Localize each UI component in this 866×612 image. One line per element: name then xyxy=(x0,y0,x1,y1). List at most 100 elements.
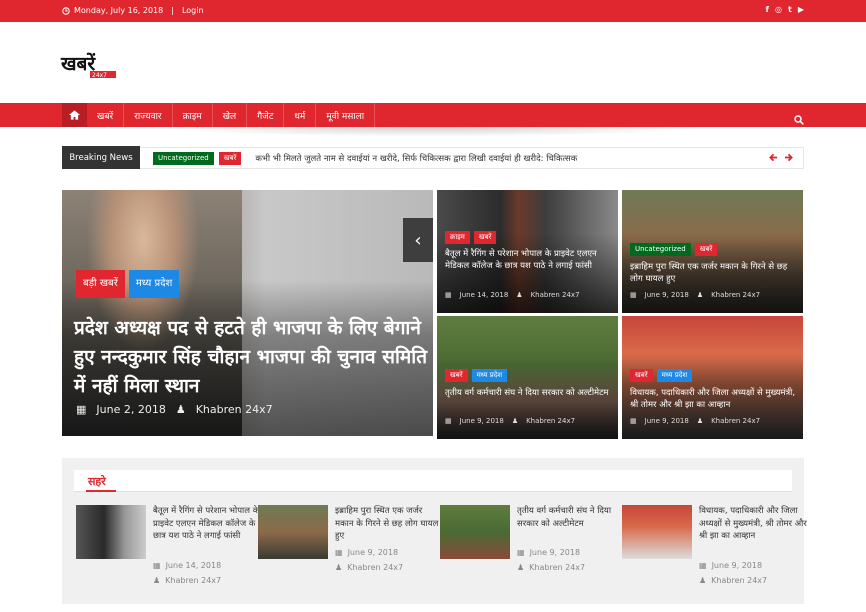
twitter-icon[interactable]: t xyxy=(788,5,792,14)
card-thumbnail[interactable] xyxy=(258,505,328,559)
calendar-icon: ▦ xyxy=(335,548,343,557)
category-badge[interactable]: Uncategorized xyxy=(630,243,691,256)
featured-headline[interactable]: प्रदेश अध्यक्ष पद से हटते ही भाजपा के लि… xyxy=(74,314,433,401)
youtube-icon[interactable]: ▶ xyxy=(798,5,804,14)
tile-headline[interactable]: विधायक, पदाधिकारी और जिला अध्यक्षों से म… xyxy=(630,387,798,411)
list-item[interactable]: तृतीय वर्ग कर्मचारी संघ ने दिया सरकार को… xyxy=(440,505,620,595)
news-tile[interactable]: क्राइम खबरें बैतूल में रैगिंग से परेशान … xyxy=(437,190,618,313)
nav-item-religion[interactable]: धर्म xyxy=(284,103,317,127)
user-icon: ♟ xyxy=(699,576,707,585)
tile-headline[interactable]: इब्राहिम पुरा स्थित एक जर्जर मकान के गिर… xyxy=(630,261,798,285)
login-link[interactable]: Login xyxy=(182,6,204,15)
breaking-news-headline[interactable]: कभी भी मिलते जुलते नाम से दवाईयां न खरीद… xyxy=(255,153,577,164)
category-badge[interactable]: खबरें xyxy=(473,231,497,244)
news-tile[interactable]: Uncategorized खबरें इब्राहिम पुरा स्थित … xyxy=(622,190,803,313)
calendar-icon: ▦ xyxy=(445,417,452,425)
user-icon: ♟ xyxy=(153,576,161,585)
category-badge[interactable]: मध्य प्रदेश xyxy=(471,369,508,382)
calendar-icon: ▦ xyxy=(76,403,87,416)
clock-icon xyxy=(62,6,70,15)
tile-date: June 9, 2018 xyxy=(644,417,689,425)
arrow-left-icon[interactable] xyxy=(769,153,778,162)
tile-author[interactable]: Khabren 24x7 xyxy=(711,291,760,299)
user-icon: ♟ xyxy=(335,563,343,572)
site-logo[interactable]: खबरें 24x7 xyxy=(60,48,122,79)
calendar-icon: ▦ xyxy=(445,291,452,299)
list-item[interactable]: बैतूल में रैगिंग से परेशान भोपाल के प्रा… xyxy=(76,505,259,595)
news-tile[interactable]: खबरें मध्य प्रदेश तृतीय वर्ग कर्मचारी सं… xyxy=(437,316,618,439)
section-title[interactable]: सहरे xyxy=(88,474,106,489)
card-date: June 9, 2018 xyxy=(347,548,399,557)
home-icon xyxy=(69,110,80,120)
category-badge[interactable]: मध्य प्रदेश xyxy=(656,369,693,382)
category-badge[interactable]: खबरें xyxy=(694,243,718,256)
divider: | xyxy=(171,6,174,15)
calendar-icon: ▦ xyxy=(630,291,637,299)
category-badge-madhya-pradesh[interactable]: मध्य प्रदेश xyxy=(128,270,180,298)
arrow-right-icon[interactable] xyxy=(784,153,793,162)
card-author[interactable]: Khabren 24x7 xyxy=(711,576,767,585)
user-icon: ♟ xyxy=(696,417,704,425)
featured-author[interactable]: Khabren 24x7 xyxy=(196,403,273,416)
featured-slide[interactable]: ‹ बड़ी खबरें मध्य प्रदेश प्रदेश अध्यक्ष … xyxy=(62,190,433,436)
tile-author[interactable]: Khabren 24x7 xyxy=(526,417,575,425)
tile-author[interactable]: Khabren 24x7 xyxy=(711,417,760,425)
category-badge[interactable]: खबरें xyxy=(445,369,468,382)
calendar-icon: ▦ xyxy=(517,548,525,557)
nav-shadow xyxy=(150,127,710,137)
home-button[interactable] xyxy=(62,103,87,127)
card-author[interactable]: Khabren 24x7 xyxy=(347,563,403,572)
search-button[interactable] xyxy=(794,110,804,129)
card-thumbnail[interactable] xyxy=(622,505,692,559)
nav-item-crime[interactable]: क्राइम xyxy=(173,103,213,127)
slider-prev-button[interactable]: ‹ xyxy=(403,218,433,262)
featured-date: June 2, 2018 xyxy=(96,403,166,416)
user-icon: ♟ xyxy=(511,417,519,425)
card-headline[interactable]: इब्राहिम पुरा स्थित एक जर्जर मकान के गिर… xyxy=(335,505,443,543)
category-badge-uncategorized[interactable]: Uncategorized xyxy=(153,151,214,165)
nav-item-news[interactable]: खबरें xyxy=(87,103,125,127)
nav-item-movies[interactable]: मूवी मसाला xyxy=(316,103,376,127)
card-headline[interactable]: बैतूल में रैगिंग से परेशान भोपाल के प्रा… xyxy=(153,505,261,543)
top-bar-left: Monday, July 16, 2018 | Login xyxy=(62,6,204,15)
list-item[interactable]: इब्राहिम पुरा स्थित एक जर्जर मकान के गिर… xyxy=(258,505,438,595)
current-date: Monday, July 16, 2018 xyxy=(74,6,164,15)
category-badge[interactable]: खबरें xyxy=(630,369,653,382)
search-icon xyxy=(794,115,804,125)
card-author[interactable]: Khabren 24x7 xyxy=(529,563,585,572)
calendar-icon: ▦ xyxy=(699,561,707,570)
user-icon: ♟ xyxy=(516,291,523,299)
social-links: f ◎ t ▶ xyxy=(766,5,804,14)
calendar-icon: ▦ xyxy=(153,561,161,570)
breaking-news-bar: Breaking News Uncategorized खबरें कभी भी… xyxy=(62,146,804,169)
tile-headline[interactable]: तृतीय वर्ग कर्मचारी संघ ने दिया सरकार को… xyxy=(445,387,613,399)
card-date: June 14, 2018 xyxy=(165,561,222,570)
card-headline[interactable]: तृतीय वर्ग कर्मचारी संघ ने दिया सरकार को… xyxy=(517,505,625,530)
nav-item-sports[interactable]: खेल xyxy=(213,103,248,127)
main-nav: खबरें राज्यवार क्राइम खेल गैजेट धर्म मूव… xyxy=(0,103,866,127)
instagram-icon[interactable]: ◎ xyxy=(775,5,782,14)
svg-text:24x7: 24x7 xyxy=(92,72,107,79)
user-icon: ♟ xyxy=(175,403,186,416)
card-thumbnail[interactable] xyxy=(76,505,146,559)
user-icon: ♟ xyxy=(517,563,525,572)
list-item[interactable]: विधायक, पदाधिकारी और जिला अध्यक्षों से म… xyxy=(622,505,807,595)
breaking-news-label: Breaking News xyxy=(62,146,140,169)
tile-date: June 9, 2018 xyxy=(644,291,689,299)
card-date: June 9, 2018 xyxy=(529,548,581,557)
nav-item-states[interactable]: राज्यवार xyxy=(124,103,173,127)
top-bar: Monday, July 16, 2018 | Login f ◎ t ▶ xyxy=(0,0,866,22)
facebook-icon[interactable]: f xyxy=(766,5,769,14)
news-tile[interactable]: खबरें मध्य प्रदेश विधायक, पदाधिकारी और ज… xyxy=(622,316,803,439)
tile-headline[interactable]: बैतूल में रैगिंग से परेशान भोपाल के प्रा… xyxy=(445,248,613,272)
card-thumbnail[interactable] xyxy=(440,505,510,559)
category-badge-news[interactable]: खबरें xyxy=(218,151,242,165)
card-headline[interactable]: विधायक, पदाधिकारी और जिला अध्यक्षों से म… xyxy=(699,505,807,543)
section-header: सहरे xyxy=(74,470,792,492)
category-badge[interactable]: क्राइम xyxy=(445,231,470,244)
card-author[interactable]: Khabren 24x7 xyxy=(165,576,221,585)
tile-date: June 9, 2018 xyxy=(459,417,504,425)
category-badge-big-news[interactable]: बड़ी खबरें xyxy=(76,270,125,298)
tile-author[interactable]: Khabren 24x7 xyxy=(531,291,580,299)
nav-item-gadget[interactable]: गैजेट xyxy=(247,103,285,127)
